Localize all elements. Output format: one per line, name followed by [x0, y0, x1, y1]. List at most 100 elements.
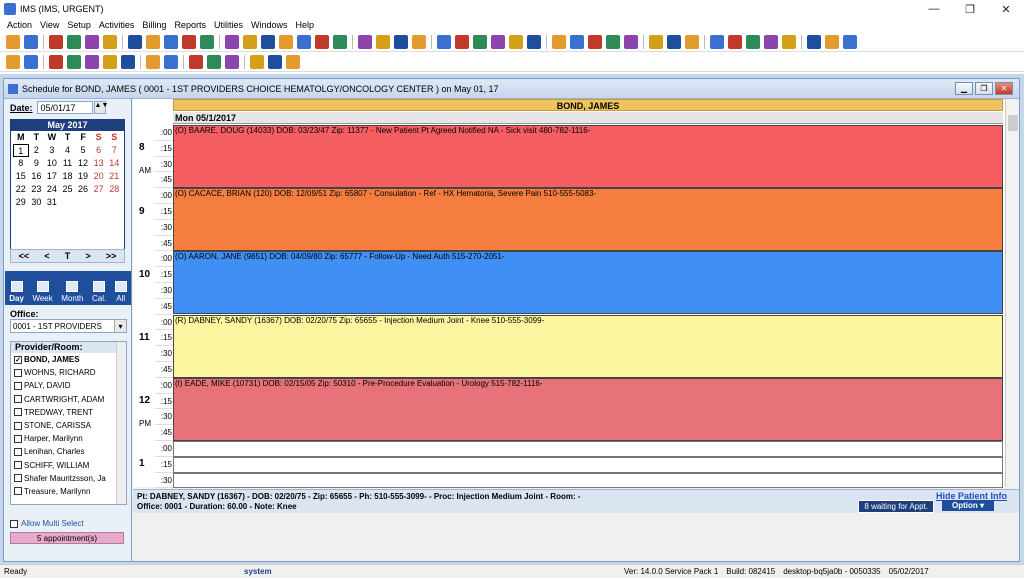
calendar-day[interactable]: 7	[106, 144, 122, 157]
calendar-day[interactable]: 11	[60, 157, 76, 170]
waiting-button[interactable]: 8 waiting for Appt.	[858, 500, 934, 513]
toolbar-icon[interactable]	[250, 54, 264, 69]
child-close-button[interactable]: ✕	[995, 82, 1013, 95]
appointment[interactable]: (O) CACACE, BRIAN (120) DOB: 12/09/51 Zi…	[173, 188, 1003, 252]
calendar-day[interactable]: 28	[106, 183, 122, 196]
toolbar-icon[interactable]	[358, 34, 372, 49]
calendar-day[interactable]: 23	[29, 183, 45, 196]
calendar-day[interactable]: 10	[44, 157, 60, 170]
toolbar-icon[interactable]	[261, 34, 275, 49]
provider-item[interactable]: STONE, CARISSA	[11, 419, 126, 432]
calendar-day[interactable]: 9	[29, 157, 45, 170]
toolbar-icon[interactable]	[225, 34, 239, 49]
calendar-nav-button[interactable]: <<	[19, 251, 30, 261]
toolbar-icon[interactable]	[164, 54, 178, 69]
toolbar-icon[interactable]	[85, 34, 99, 49]
calendar-day[interactable]: 12	[75, 157, 91, 170]
close-button[interactable]: ✕	[988, 0, 1024, 18]
toolbar-icon[interactable]	[182, 34, 196, 49]
provider-checkbox[interactable]	[14, 395, 22, 404]
toolbar-icon[interactable]	[455, 34, 469, 49]
menu-item[interactable]: View	[40, 20, 59, 30]
toolbar-icon[interactable]	[286, 54, 300, 69]
toolbar-icon[interactable]	[268, 54, 282, 69]
toolbar-icon[interactable]	[49, 34, 63, 49]
menu-item[interactable]: Help	[295, 20, 314, 30]
provider-checkbox[interactable]: ✓	[14, 355, 22, 364]
toolbar-icon[interactable]	[649, 34, 663, 49]
calendar-day[interactable]: 20	[91, 170, 107, 183]
calendar-day[interactable]: 3	[44, 144, 60, 157]
toolbar-icon[interactable]	[667, 34, 681, 49]
toolbar-icon[interactable]	[279, 34, 293, 49]
calendar-day[interactable]: 31	[44, 196, 60, 209]
calendar-day[interactable]: 5	[75, 144, 91, 157]
multi-select[interactable]: Allow Multi Select	[10, 519, 84, 528]
toolbar-icon[interactable]	[6, 54, 20, 69]
toolbar-icon[interactable]	[225, 54, 239, 69]
toolbar-icon[interactable]	[825, 34, 839, 49]
provider-item[interactable]: Shafer Mauritzsson, Ja	[11, 472, 126, 485]
toolbar-icon[interactable]	[685, 34, 699, 49]
menu-item[interactable]: Utilities	[214, 20, 243, 30]
calendar-nav-button[interactable]: <	[44, 251, 49, 261]
toolbar-icon[interactable]	[243, 34, 257, 49]
toolbar-icon[interactable]	[394, 34, 408, 49]
toolbar-icon[interactable]	[437, 34, 451, 49]
calendar-day[interactable]: 18	[60, 170, 76, 183]
toolbar-icon[interactable]	[843, 34, 857, 49]
toolbar-icon[interactable]	[200, 34, 214, 49]
toolbar-icon[interactable]	[24, 54, 38, 69]
menu-item[interactable]: Action	[7, 20, 32, 30]
schedule-scrollbar[interactable]	[1005, 99, 1019, 487]
view-month[interactable]: Month	[61, 281, 83, 303]
toolbar-icon[interactable]	[552, 34, 566, 49]
calendar-day[interactable]: 29	[13, 196, 29, 209]
toolbar-icon[interactable]	[412, 34, 426, 49]
toolbar-icon[interactable]	[189, 54, 203, 69]
calendar-day[interactable]: 22	[13, 183, 29, 196]
calendar-day[interactable]: 30	[29, 196, 45, 209]
calendar-day[interactable]: 6	[91, 144, 107, 157]
calendar-day[interactable]: 4	[60, 144, 76, 157]
calendar-day[interactable]: 8	[13, 157, 29, 170]
view-cal[interactable]: Cal.	[92, 281, 106, 303]
provider-checkbox[interactable]	[14, 461, 22, 470]
provider-item[interactable]: Lenihan, Charles	[11, 445, 126, 458]
calendar-day[interactable]: 1	[13, 144, 29, 157]
menu-item[interactable]: Windows	[251, 20, 288, 30]
toolbar-icon[interactable]	[491, 34, 505, 49]
provider-item[interactable]: ✓ BOND, JAMES	[11, 353, 126, 366]
office-select[interactable]: 0001 - 1ST PROVIDERS ▾	[10, 319, 127, 333]
provider-item[interactable]: PALY, DAVID	[11, 379, 126, 392]
calendar-nav-button[interactable]: >	[85, 251, 90, 261]
provider-checkbox[interactable]	[14, 487, 22, 496]
date-input[interactable]: 05/01/17	[36, 101, 93, 114]
provider-item[interactable]: Harper, Marilynn	[11, 432, 126, 445]
calendar-day[interactable]: 27	[91, 183, 107, 196]
view-week[interactable]: Week	[32, 281, 53, 303]
view-day[interactable]: Day	[9, 281, 24, 303]
toolbar-icon[interactable]	[24, 34, 38, 49]
calendar-day[interactable]: 19	[75, 170, 91, 183]
view-all[interactable]: All	[114, 281, 127, 303]
menu-item[interactable]: Reports	[174, 20, 206, 30]
toolbar-icon[interactable]	[333, 34, 347, 49]
toolbar-icon[interactable]	[146, 34, 160, 49]
toolbar-icon[interactable]	[473, 34, 487, 49]
toolbar-icon[interactable]	[67, 34, 81, 49]
toolbar-icon[interactable]	[207, 54, 221, 69]
scroll-thumb[interactable]	[1008, 115, 1018, 131]
restore-button[interactable]: ❐	[952, 0, 988, 18]
provider-scrollbar[interactable]	[116, 342, 126, 504]
calendar-day[interactable]: 13	[91, 157, 107, 170]
toolbar-icon[interactable]	[67, 54, 81, 69]
toolbar-icon[interactable]	[570, 34, 584, 49]
toolbar-icon[interactable]	[728, 34, 742, 49]
calendar-nav-button[interactable]: T	[65, 251, 71, 261]
toolbar-icon[interactable]	[710, 34, 724, 49]
minimize-button[interactable]: —	[916, 0, 952, 18]
toolbar-icon[interactable]	[103, 54, 117, 69]
calendar-day[interactable]: 26	[75, 183, 91, 196]
appointment[interactable]: (O) BAARE, DOUG (14033) DOB: 03/23/47 Zi…	[173, 125, 1003, 188]
